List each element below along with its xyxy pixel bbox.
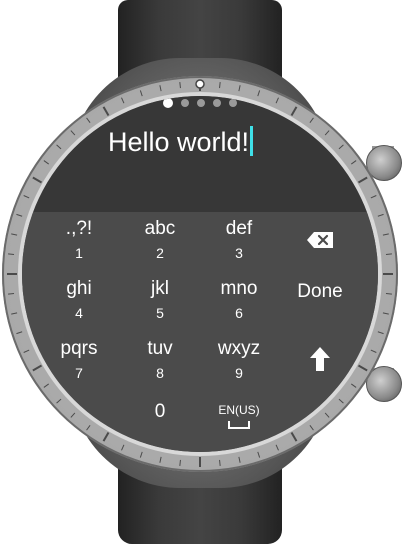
key-3[interactable]: def 3 xyxy=(199,218,279,274)
key-letters: abc xyxy=(144,218,176,239)
key-letters: mno xyxy=(220,278,258,299)
bezel-tick xyxy=(179,82,181,89)
page-dot xyxy=(229,99,237,107)
key-4[interactable]: ghi 4 xyxy=(39,278,119,334)
key-8[interactable]: tuv 8 xyxy=(120,338,200,394)
key-letters: ghi xyxy=(66,278,92,299)
space-icon xyxy=(228,421,250,429)
key-letters: def xyxy=(225,218,253,239)
key-0[interactable]: 0 xyxy=(120,398,200,452)
bezel-tick xyxy=(382,312,389,315)
typed-text: Hello world! xyxy=(108,127,250,157)
key-letters: jkl xyxy=(151,278,169,299)
bezel-tick xyxy=(238,456,241,463)
bezel-marker xyxy=(195,79,205,89)
page-indicator xyxy=(22,98,378,108)
backspace-button[interactable] xyxy=(280,218,360,274)
page-dot xyxy=(213,99,221,107)
key-1[interactable]: .,?! 1 xyxy=(39,218,119,274)
text-field[interactable]: Hello world! xyxy=(108,126,254,158)
done-label: Done xyxy=(297,281,343,302)
key-9[interactable]: wxyz 9 xyxy=(199,338,279,394)
keyboard: .,?! 1 abc 2 def 3 ghi 4 jkl 5 mno 6 Don… xyxy=(22,212,378,452)
key-2[interactable]: abc 2 xyxy=(120,218,200,274)
key-number: 3 xyxy=(235,245,243,261)
key-number: 9 xyxy=(235,365,243,381)
key-5[interactable]: jkl 5 xyxy=(120,278,200,334)
shift-arrow-icon xyxy=(310,347,330,371)
bezel-tick xyxy=(159,456,162,463)
page-dot xyxy=(197,99,205,107)
key-6[interactable]: mno 6 xyxy=(199,278,279,334)
key-number: 4 xyxy=(75,305,83,321)
bezel-tick xyxy=(11,312,18,315)
bezel-tick xyxy=(257,451,261,458)
key-number: 2 xyxy=(156,245,164,261)
page-dot xyxy=(163,98,173,108)
text-input-area[interactable]: Hello world! xyxy=(22,96,378,212)
bezel-tick xyxy=(11,233,18,236)
bezel-tick xyxy=(385,293,392,295)
bezel-tick xyxy=(382,233,389,236)
backspace-icon xyxy=(307,232,333,248)
key-letters: pqrs xyxy=(60,338,98,359)
done-button[interactable]: Done xyxy=(280,278,360,334)
bezel-tick xyxy=(159,85,162,92)
page-dot xyxy=(181,99,189,107)
key-number: 5 xyxy=(156,305,164,321)
text-cursor xyxy=(250,126,254,156)
bezel-tick xyxy=(8,253,15,255)
key-number: 1 xyxy=(75,245,83,261)
bezel-tick xyxy=(219,82,221,89)
shift-button[interactable] xyxy=(280,338,360,394)
key-letters: tuv xyxy=(147,338,173,359)
bezel-tick xyxy=(377,331,384,335)
key-number: 6 xyxy=(235,305,243,321)
key-number: 8 xyxy=(156,365,164,381)
bezel-tick xyxy=(238,85,241,92)
watch-screen: Hello world! .,?! 1 abc 2 def 3 ghi 4 jk… xyxy=(22,96,378,452)
key-number: 7 xyxy=(75,365,83,381)
key-number: 0 xyxy=(154,401,166,422)
bezel-tick xyxy=(377,213,384,217)
bezel-tick xyxy=(8,293,15,295)
bezel-tick xyxy=(139,451,143,458)
key-letters: .,?! xyxy=(65,218,93,239)
bezel-tick xyxy=(385,253,392,255)
bezel-tick xyxy=(219,459,221,466)
language-label: EN(US) xyxy=(218,403,260,417)
key-7[interactable]: pqrs 7 xyxy=(39,338,119,394)
bezel-tick xyxy=(179,459,181,466)
key-letters: wxyz xyxy=(217,338,261,359)
language-space-key[interactable]: EN(US) xyxy=(199,398,279,452)
